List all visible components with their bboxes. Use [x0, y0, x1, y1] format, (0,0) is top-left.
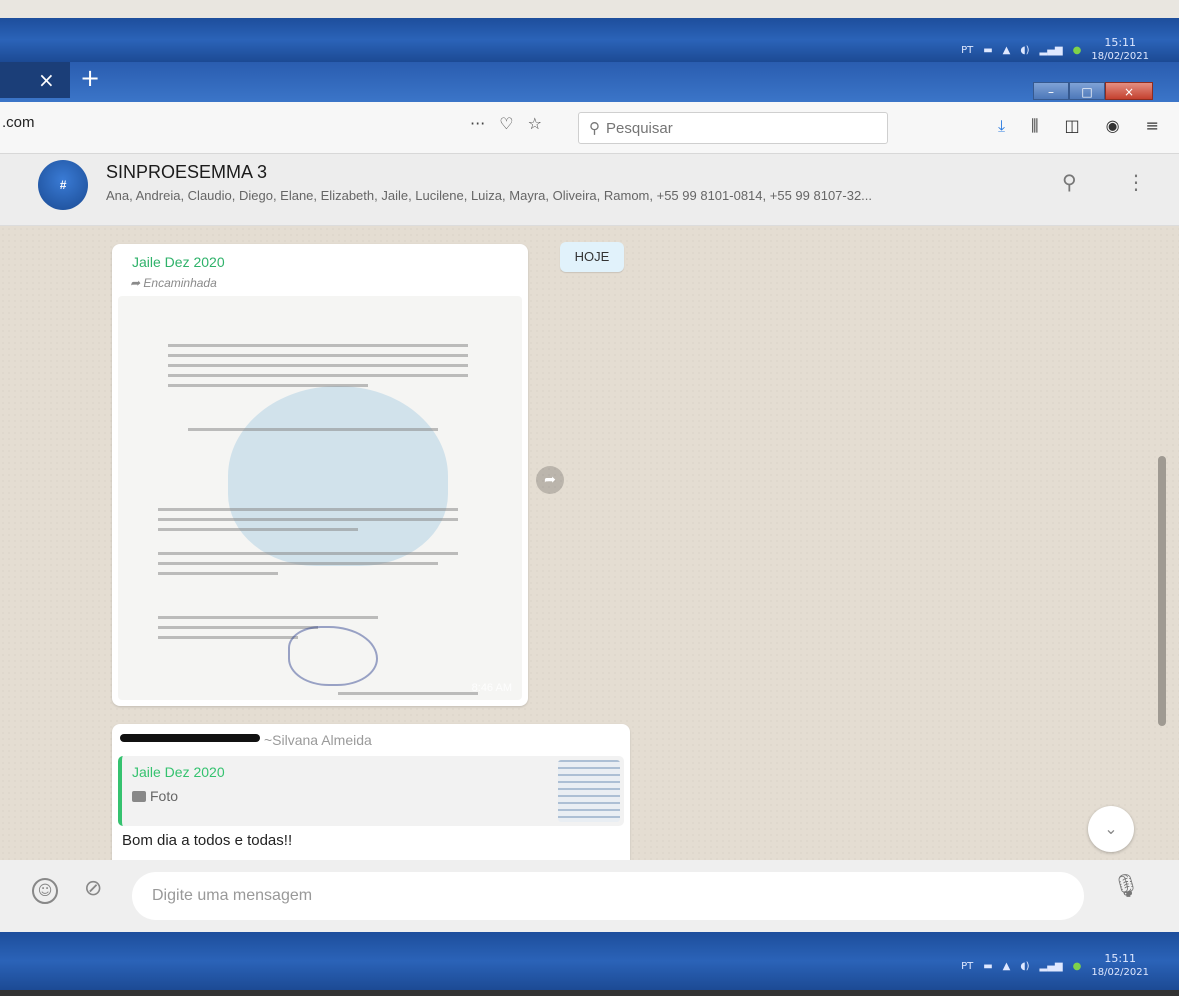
quoted-thumbnail [558, 760, 620, 822]
library-icon[interactable]: ⫼ [1031, 116, 1038, 136]
taskbar-bottom: PT ▬ ▲ ◖) ▂▄▆ ● 15:11 18/02/2021 [0, 932, 1179, 990]
message-sender: Jaile Dez 2020 [132, 254, 225, 270]
close-tab-icon[interactable]: × [38, 68, 55, 92]
message-input[interactable] [132, 872, 1084, 920]
download-icon[interactable]: ⤓ [998, 116, 1005, 136]
chat-area[interactable]: HOJE Jaile Dez 2020 ➦ Encaminhada 8:46 A… [0, 226, 1179, 860]
clock-time: 15:11 [1104, 36, 1137, 49]
search-icon: ⚲ [589, 120, 600, 137]
compose-bar: ☺ ⊘ 🎙 [0, 860, 1179, 932]
document-text-line [168, 384, 368, 387]
signal-icon[interactable]: ▂▄▆ [1040, 961, 1063, 972]
quoted-message[interactable]: Jaile Dez 2020 Foto [118, 756, 624, 826]
clock-date: 18/02/2021 [1091, 967, 1149, 978]
bookmark-star-icon[interactable]: ☆ [528, 114, 542, 133]
keyboard-icon: ▬ [983, 960, 993, 972]
volume-icon[interactable]: ◖) [1020, 961, 1029, 972]
screen-edge [0, 990, 1179, 996]
close-window-icon[interactable]: × [1105, 82, 1153, 100]
sidebar-icon[interactable]: ◫ [1065, 116, 1080, 136]
watermark-logo [228, 386, 448, 566]
document-text-line [158, 636, 298, 639]
chat-search-icon[interactable]: ⚲ [1062, 170, 1077, 194]
document-text-line [168, 374, 468, 377]
photo-icon [132, 790, 146, 802]
clock-time: 15:11 [1104, 952, 1137, 965]
search-box[interactable]: ⚲ [578, 112, 888, 144]
tray-arrow-icon[interactable]: ▲ [1003, 45, 1011, 56]
document-text-line [338, 692, 478, 695]
message-time: 8:46 AM [471, 682, 512, 694]
message-reply[interactable]: ~Silvana Almeida Jaile Dez 2020 Foto Bom… [112, 724, 630, 860]
document-text-line [158, 572, 278, 575]
forwarded-label: ➦ Encaminhada [130, 276, 217, 290]
signal-icon[interactable]: ▂▄▆ [1040, 45, 1063, 56]
document-text-line [188, 428, 438, 431]
document-text-line [158, 616, 378, 619]
document-image[interactable]: 8:46 AM [118, 296, 522, 700]
keyboard-icon: ▬ [983, 44, 993, 56]
active-tab[interactable]: × [0, 62, 70, 98]
system-tray: PT ▬ ▲ ◖) ▂▄▆ ● 15:11 18/02/2021 [961, 36, 1149, 64]
system-tray-bottom: PT ▬ ▲ ◖) ▂▄▆ ● 15:11 18/02/2021 [961, 952, 1149, 980]
browser-toolbar: ⤓ ⫼ ◫ ◉ ≡ [998, 116, 1159, 136]
group-members: Ana, Andreia, Claudio, Diego, Elane, Eli… [106, 188, 873, 203]
group-avatar[interactable]: # [38, 160, 88, 210]
language-indicator[interactable]: PT [961, 961, 973, 972]
group-name: SINPROESEMMA 3 [106, 162, 268, 182]
browser-navbar: .com ··· ♡ ☆ ⚲ ⤓ ⫼ ◫ ◉ ≡ [0, 102, 1179, 154]
document-text-line [158, 508, 458, 511]
scrollbar[interactable] [1158, 456, 1166, 726]
document-text-line [158, 626, 318, 629]
network-icon[interactable]: ● [1073, 961, 1082, 972]
page-actions-menu-icon[interactable]: ··· [470, 114, 485, 133]
taskbar-top: PT ▬ ▲ ◖) ▂▄▆ ● 15:11 18/02/2021 [0, 18, 1179, 62]
document-text-line [158, 518, 458, 521]
network-icon[interactable]: ● [1073, 45, 1082, 56]
tray-arrow-icon[interactable]: ▲ [1003, 961, 1011, 972]
forward-arrow-icon: ➦ [130, 276, 144, 290]
chat-menu-icon[interactable]: ⋮ [1126, 170, 1146, 194]
language-indicator[interactable]: PT [961, 45, 973, 56]
document-text-line [168, 354, 468, 357]
message-text: Bom dia a todos e todas!! [122, 832, 293, 849]
signature [288, 626, 378, 686]
menu-icon[interactable]: ≡ [1146, 116, 1159, 136]
clock[interactable]: 15:11 18/02/2021 [1091, 36, 1149, 64]
quoted-sender: Jaile Dez 2020 [132, 764, 225, 780]
document-text-line [158, 562, 438, 565]
message-forwarded-image[interactable]: Jaile Dez 2020 ➦ Encaminhada 8:46 AM [112, 244, 528, 706]
document-text-line [168, 364, 468, 367]
browser-search-input[interactable] [606, 119, 856, 137]
volume-icon[interactable]: ◖) [1020, 45, 1029, 56]
mic-icon[interactable]: 🎙 [1112, 874, 1140, 899]
tab-strip: × + – □ × [0, 62, 1179, 102]
pocket-icon[interactable]: ♡ [499, 114, 513, 133]
forward-button[interactable]: ➦ [536, 466, 564, 494]
new-tab-icon[interactable]: + [80, 64, 100, 92]
quoted-type: Foto [132, 788, 178, 804]
message-sender: ~Silvana Almeida [264, 732, 372, 748]
clock[interactable]: 15:11 18/02/2021 [1091, 952, 1149, 980]
account-icon[interactable]: ◉ [1106, 116, 1120, 136]
scroll-down-button[interactable]: ⌄ [1088, 806, 1134, 852]
chat-header[interactable]: # SINPROESEMMA 3 Ana, Andreia, Claudio, … [0, 154, 1179, 226]
redacted-phone [120, 734, 260, 742]
document-text-line [158, 552, 458, 555]
page-actions: ··· ♡ ☆ [470, 114, 542, 133]
document-text-line [158, 528, 358, 531]
minimize-icon[interactable]: – [1033, 82, 1069, 100]
document-text-line [168, 344, 468, 347]
emoji-icon[interactable]: ☺ [32, 878, 58, 904]
attach-icon[interactable]: ⊘ [84, 876, 102, 901]
day-label: HOJE [560, 242, 624, 272]
url-bar[interactable]: .com [2, 114, 35, 131]
window-controls: – □ × [1033, 82, 1153, 100]
maximize-icon[interactable]: □ [1069, 82, 1105, 100]
